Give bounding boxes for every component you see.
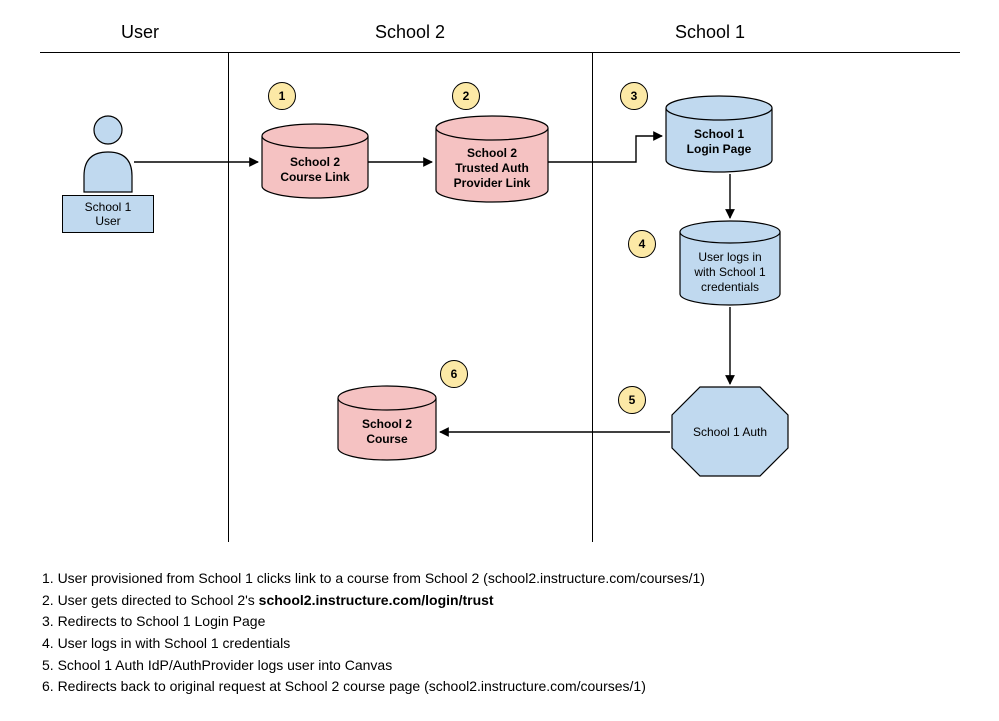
label-course: School 2Course bbox=[338, 410, 436, 454]
note-3: 3. Redirects to School 1 Login Page bbox=[42, 611, 705, 633]
step-badge-6: 6 bbox=[440, 360, 468, 388]
label-credentials: User logs inwith School 1credentials bbox=[680, 244, 780, 300]
note-2-bold: school2.instructure.com/login/trust bbox=[259, 592, 494, 608]
note-1: 1. User provisioned from School 1 clicks… bbox=[42, 568, 705, 590]
step-badge-4: 4 bbox=[628, 230, 656, 258]
step-badge-5: 5 bbox=[618, 386, 646, 414]
note-4: 4. User logs in with School 1 credential… bbox=[42, 633, 705, 655]
diagram-canvas: User School 2 School 1 bbox=[0, 0, 999, 721]
label-auth: School 1 Auth bbox=[672, 415, 788, 449]
note-2: 2. User gets directed to School 2's scho… bbox=[42, 590, 705, 612]
note-2-pre: 2. User gets directed to School 2's bbox=[42, 592, 259, 608]
step-badge-2: 2 bbox=[452, 82, 480, 110]
user-icon bbox=[84, 116, 132, 192]
note-6: 6. Redirects back to original request at… bbox=[42, 676, 705, 698]
label-login-page: School 1Login Page bbox=[666, 118, 772, 166]
label-course-link: School 2Course Link bbox=[262, 148, 368, 192]
step-badge-1: 1 bbox=[268, 82, 296, 110]
step-badge-3: 3 bbox=[620, 82, 648, 110]
label-auth-provider-link: School 2Trusted AuthProvider Link bbox=[436, 140, 548, 196]
note-5: 5. School 1 Auth IdP/AuthProvider logs u… bbox=[42, 655, 705, 677]
arrow-authlink-to-login bbox=[548, 136, 662, 162]
user-label: School 1 User bbox=[62, 195, 154, 233]
footnotes: 1. User provisioned from School 1 clicks… bbox=[42, 568, 705, 698]
